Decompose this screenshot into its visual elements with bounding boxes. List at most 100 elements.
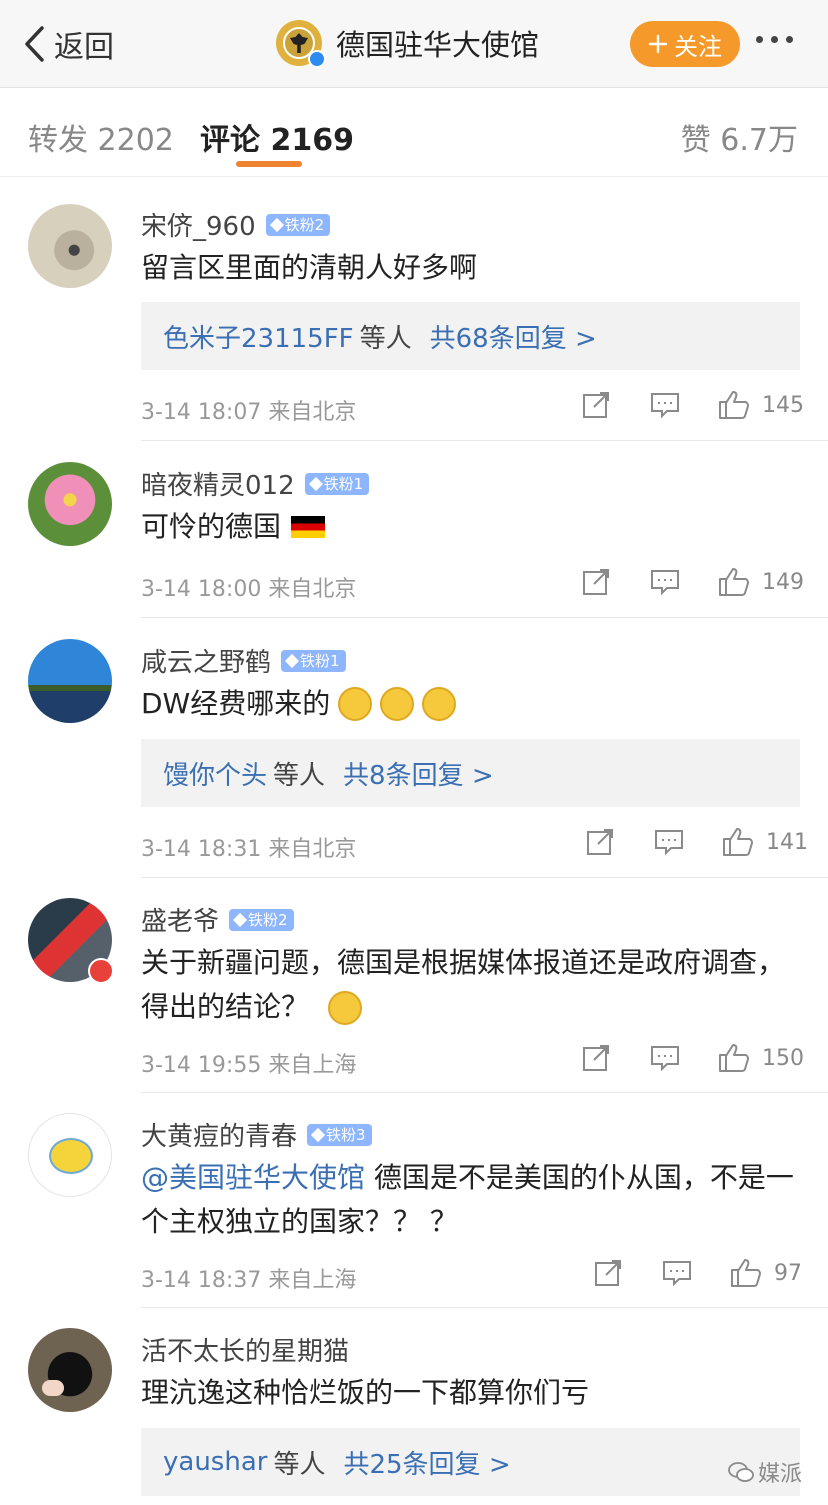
comment-icon[interactable] <box>650 1044 680 1072</box>
comment-time: 3-14 18:07 <box>141 400 262 425</box>
chevron-left-icon <box>25 26 44 62</box>
thinking-emoji-icon <box>327 991 362 1025</box>
avatar[interactable] <box>28 1328 112 1412</box>
comment-icon[interactable] <box>650 568 680 596</box>
comment-username[interactable]: 宋侪_960 <box>141 206 256 243</box>
replies-summary[interactable]: 色米子23115FF 等人 共68条回复 > <box>141 302 800 370</box>
share-icon[interactable] <box>586 828 614 856</box>
reply-etc: 等人 <box>273 1449 326 1480</box>
like-count: 141 <box>766 829 808 855</box>
back-label: 返回 <box>54 30 114 65</box>
wechat-icon <box>728 1462 754 1482</box>
verified-icon <box>308 50 326 68</box>
comment-icon[interactable] <box>654 828 684 856</box>
fan-badge: 铁粉3 <box>307 1123 372 1146</box>
comment-username[interactable]: 咸云之野鹤 <box>141 642 271 679</box>
tab-likes[interactable]: 赞 6.7万 <box>681 115 798 159</box>
like-icon[interactable] <box>722 827 754 857</box>
avatar[interactable] <box>28 204 112 288</box>
tab-bar: 转发 2202 评论 2169 赞 6.7万 <box>0 89 828 177</box>
comment-body: DW经费哪来的 <box>141 682 801 726</box>
comment-location: 来自北京 <box>268 577 357 602</box>
divider <box>141 1307 828 1308</box>
watermark: 媒派 <box>728 1456 802 1488</box>
fan-badge: 铁粉2 <box>265 213 331 236</box>
laughing-crying-emoji-icon <box>422 687 457 721</box>
comment-icon[interactable] <box>662 1259 692 1287</box>
back-button[interactable]: 返回 <box>22 22 114 66</box>
comment-username[interactable]: 大黄痘的青春 <box>141 1116 297 1153</box>
reply-etc: 等人 <box>273 760 326 791</box>
comment-username[interactable]: 暗夜精灵012 <box>141 465 295 502</box>
tab-comments[interactable]: 评论 2169 <box>200 115 354 159</box>
fan-badge: 铁粉1 <box>304 472 370 495</box>
comment-location: 来自北京 <box>268 837 357 862</box>
plus-icon <box>648 34 668 54</box>
comment-text-block: 关于新疆问题，德国是根据媒体报道还是政府调查，得出的结论？ <box>141 941 801 1029</box>
german-flag-icon <box>291 516 326 538</box>
comment-location: 来自北京 <box>268 400 357 425</box>
like-icon[interactable] <box>718 390 750 420</box>
comment-username[interactable]: 活不太长的星期猫 <box>141 1331 349 1368</box>
comment-text-block: @美国驻华大使馆 德国是不是美国的仆从国，不是一个主权独立的国家？？ ？ <box>141 1156 801 1244</box>
comment-body: 可怜的德国 <box>141 505 801 549</box>
mention-link[interactable]: @美国驻华大使馆 <box>141 1161 365 1194</box>
like-count: 150 <box>762 1045 804 1071</box>
reply-author[interactable]: 馒你个头 <box>163 755 267 792</box>
diamond-icon <box>232 912 248 927</box>
divider <box>141 440 828 441</box>
account-avatar <box>276 20 326 68</box>
follow-label: 关注 <box>674 32 722 61</box>
reply-etc: 等人 <box>359 323 412 354</box>
watermark-text: 媒派 <box>758 1462 803 1487</box>
comment-username[interactable]: 盛老爷 <box>141 901 219 938</box>
avatar[interactable] <box>28 898 114 984</box>
diamond-icon <box>284 653 300 668</box>
comment-time: 3-14 18:00 <box>141 577 262 602</box>
reply-author[interactable]: 色米子23115FF <box>163 318 354 355</box>
reply-count-link[interactable]: 共68条回复 > <box>430 318 597 355</box>
divider <box>141 1092 828 1093</box>
comment-location: 来自上海 <box>268 1268 357 1293</box>
fan-badge: 铁粉2 <box>229 908 294 931</box>
replies-summary[interactable]: 馒你个头 等人 共8条回复 > <box>141 739 800 807</box>
diamond-icon <box>310 1127 326 1142</box>
fan-badge: 铁粉1 <box>281 649 346 672</box>
comment-icon[interactable] <box>650 391 680 419</box>
tab-repost[interactable]: 转发 2202 <box>28 115 174 159</box>
divider <box>141 877 828 878</box>
comment-text: 理沆逸这种恰烂饭的一下都算你们亏 <box>141 1376 590 1409</box>
laughing-crying-emoji-icon <box>380 687 415 721</box>
reply-count-link[interactable]: 共8条回复 > <box>343 755 494 792</box>
reply-author[interactable]: yaushar <box>163 1447 267 1477</box>
vip-star-icon <box>88 958 114 984</box>
share-icon[interactable] <box>594 1259 622 1287</box>
reply-count-link[interactable]: 共25条回复 > <box>343 1444 510 1481</box>
active-tab-indicator <box>236 161 302 167</box>
divider <box>141 617 828 618</box>
comment-time: 3-14 19:55 <box>141 1053 262 1078</box>
share-icon[interactable] <box>582 568 610 596</box>
nav-bar: 返回 德国驻华大使馆 关注 <box>0 0 828 88</box>
replies-summary[interactable]: yaushar 等人 共25条回复 > <box>141 1428 800 1496</box>
laughing-crying-emoji-icon <box>338 687 373 721</box>
comment-text: DW经费哪来的 <box>141 687 331 720</box>
avatar[interactable] <box>28 639 112 723</box>
like-icon[interactable] <box>718 567 750 597</box>
comment-time: 3-14 18:31 <box>141 837 262 862</box>
follow-button[interactable]: 关注 <box>630 21 740 67</box>
like-icon[interactable] <box>718 1043 750 1073</box>
like-count: 145 <box>762 392 804 418</box>
account-header[interactable]: 德国驻华大使馆 <box>276 20 540 68</box>
avatar[interactable] <box>28 1113 112 1197</box>
like-icon[interactable] <box>730 1258 762 1288</box>
share-icon[interactable] <box>582 391 610 419</box>
diamond-icon <box>308 476 323 491</box>
comment-time: 3-14 18:37 <box>141 1268 262 1293</box>
diamond-icon <box>269 217 284 232</box>
avatar[interactable] <box>28 462 112 546</box>
share-icon[interactable] <box>582 1044 610 1072</box>
comment-text: 留言区里面的清朝人好多啊 <box>141 251 478 284</box>
account-name: 德国驻华大使馆 <box>336 28 540 62</box>
more-options-icon[interactable] <box>756 36 793 43</box>
